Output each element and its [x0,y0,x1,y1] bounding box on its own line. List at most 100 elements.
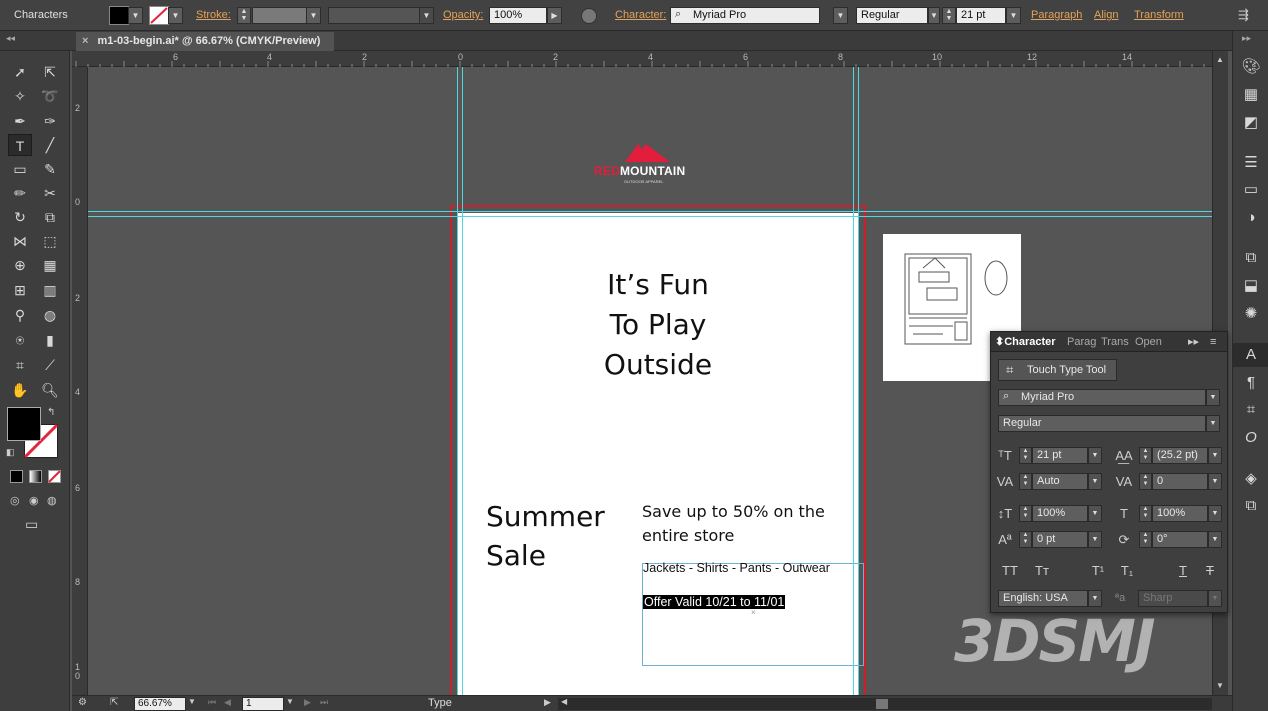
stroke-weight-field[interactable] [252,7,307,24]
color-mode-icon[interactable] [10,470,23,483]
line-tool-icon[interactable]: ╱ [38,134,62,156]
dock-expand-icon[interactable]: ▸▸ [1242,33,1251,44]
text-frame[interactable]: Jackets - Shirts - Pants - Outwear Offer… [642,561,864,666]
font-size-dropdown[interactable]: ▼ [1006,7,1021,24]
font-size-dropdown[interactable]: ▼ [1088,447,1102,464]
horizontal-scale-dropdown[interactable]: ▼ [1208,505,1222,522]
scroll-up-icon[interactable]: ▲ [1216,55,1224,64]
rotation-spinner[interactable]: ▲ ▼ [1139,531,1152,548]
gradient-panel-icon[interactable]: ▭ [1233,178,1268,202]
vertical-guide[interactable] [462,67,463,695]
mesh-tool-icon[interactable]: ⊞ [8,279,32,301]
superscript-icon[interactable]: T¹ [1087,563,1109,578]
horizontal-scale-spinner[interactable]: ▲ ▼ [1139,505,1152,522]
leading-spinner[interactable]: ▲ ▼ [1139,447,1152,464]
none-mode-icon[interactable] [48,470,61,483]
blend-tool-icon[interactable]: ◍ [38,304,62,326]
gradient-tool-icon[interactable]: ▥ [38,279,62,301]
artboards-icon[interactable]: ⧉ [1233,494,1268,518]
swatches-icon[interactable]: ▦ [1233,83,1268,107]
graphic-styles-icon[interactable]: ⬓ [1233,274,1268,298]
antialias-field[interactable]: Sharp [1138,590,1208,607]
tracking-dropdown[interactable]: ▼ [1208,473,1222,490]
strikethrough-icon[interactable]: T [1199,563,1221,578]
horizontal-scrollbar[interactable]: ◀ [558,697,1212,710]
slice-tool-icon[interactable]: ⟋ [38,354,62,376]
rotation-field[interactable]: 0° [1152,531,1208,548]
pen-tool-icon[interactable]: ✒ [8,110,32,132]
fill-color-box[interactable] [7,407,41,441]
scroll-down-icon[interactable]: ▼ [1216,681,1224,690]
font-family-field[interactable]: ⌕ Myriad Pro [998,389,1206,406]
stroke-panel-icon[interactable]: ☰ [1233,151,1268,175]
recolor-icon[interactable] [581,8,597,24]
draw-behind-icon[interactable]: ◉ [29,494,39,507]
tab-character[interactable]: ⬍Character [995,332,1056,352]
scissors-tool-icon[interactable]: ✂ [38,182,62,204]
tab-paragraph[interactable]: Parag [1067,332,1096,352]
panel-menu-icon[interactable]: ≡ [1210,332,1216,352]
artboard-number-field[interactable]: 1 [242,697,284,711]
free-transform-tool-icon[interactable]: ⬚ [38,230,62,252]
font-size-spinner[interactable]: ▲ ▼ [1019,447,1032,464]
swap-colors-icon[interactable]: ↰ [47,407,55,418]
scroll-left-icon[interactable]: ◀ [561,697,567,706]
font-family-field[interactable]: ⌕ Myriad Pro [670,7,820,24]
leading-field[interactable]: (25.2 pt) [1152,447,1208,464]
stroke-weight-spinner[interactable]: ▲ ▼ [237,7,251,24]
paragraph-link[interactable]: Paragraph [1031,9,1082,21]
paintbrush-tool-icon[interactable]: ✎ [38,158,62,180]
artboard[interactable]: It’s Fun To Play Outside Summer Sale Sav… [458,213,864,695]
stroke-dropdown[interactable]: ▼ [168,7,183,24]
kerning-field[interactable]: Auto [1032,473,1088,490]
zoom-dropdown-icon[interactable]: ▼ [188,697,196,706]
baseline-shift-dropdown[interactable]: ▼ [1088,531,1102,548]
vertical-scale-field[interactable]: 100% [1032,505,1088,522]
font-style-field[interactable]: Regular [856,7,928,24]
last-artboard-icon[interactable]: ⏭ [320,697,328,708]
horizontal-guide[interactable] [88,211,1212,212]
font-style-dropdown[interactable]: ▼ [928,7,940,24]
lasso-tool-icon[interactable]: ➰ [38,85,62,107]
scale-tool-icon[interactable]: ⧉ [38,206,62,228]
default-colors-icon[interactable]: ◧ [6,447,15,458]
rotate-tool-icon[interactable]: ↻ [8,206,32,228]
tracking-spinner[interactable]: ▲ ▼ [1139,473,1152,490]
first-artboard-icon[interactable]: ⏮ [208,697,216,708]
tab-opentype[interactable]: Open [1135,332,1162,352]
status-export-icon[interactable]: ⇱ [110,697,118,708]
align-link[interactable]: Align [1094,9,1118,21]
magic-wand-tool-icon[interactable]: ✧ [8,85,32,107]
transparency-icon[interactable]: ◑ [1233,206,1268,230]
baseline-shift-spinner[interactable]: ▲ ▼ [1019,531,1032,548]
offer-text-selected[interactable]: Offer Valid 10/21 to 11/01 [643,595,786,609]
headline[interactable]: It’s Fun To Play Outside [458,265,858,385]
font-family-dropdown[interactable]: ▼ [1206,389,1220,406]
opentype-dock-icon[interactable]: O [1233,426,1268,450]
opacity-link[interactable]: Opacity: [443,9,483,21]
scrollbar-thumb[interactable] [876,699,888,709]
font-style-field[interactable]: Regular [998,415,1206,432]
previous-artboard-icon[interactable]: ◀ [224,697,231,708]
width-tool-icon[interactable]: ⋈ [8,230,32,252]
control-menu-icon[interactable]: ⇶ [1238,7,1249,23]
red-mountain-logo[interactable]: REDMOUNTAIN OUTDOOR APPAREL [594,143,702,187]
font-size-field[interactable]: 21 pt [956,7,1006,24]
appearance-icon[interactable]: ⧉ [1233,246,1268,270]
type-tool-icon[interactable]: T [8,134,32,156]
character-link[interactable]: Character: [615,9,666,21]
vertical-scale-dropdown[interactable]: ▼ [1088,505,1102,522]
transform-dock-icon[interactable]: ⌗ [1233,398,1268,422]
vertical-scale-spinner[interactable]: ▲ ▼ [1019,505,1032,522]
leading-dropdown[interactable]: ▼ [1208,447,1222,464]
kerning-spinner[interactable]: ▲ ▼ [1019,473,1032,490]
zoom-tool-icon[interactable]: 🔍︎ [38,379,62,401]
font-family-dropdown[interactable]: ▼ [833,7,848,24]
selection-tool-icon[interactable]: ➚ [8,61,32,83]
document-tab[interactable]: × m1-03-begin.ai* @ 66.67% (CMYK/Preview… [76,32,334,51]
close-tab-icon[interactable]: × [82,35,88,47]
categories-text[interactable]: Jackets - Shirts - Pants - Outwear [643,561,830,575]
symbols-icon[interactable]: ✺ [1233,302,1268,326]
opacity-field[interactable]: 100% [489,7,547,24]
rectangle-tool-icon[interactable]: ▭ [8,158,32,180]
